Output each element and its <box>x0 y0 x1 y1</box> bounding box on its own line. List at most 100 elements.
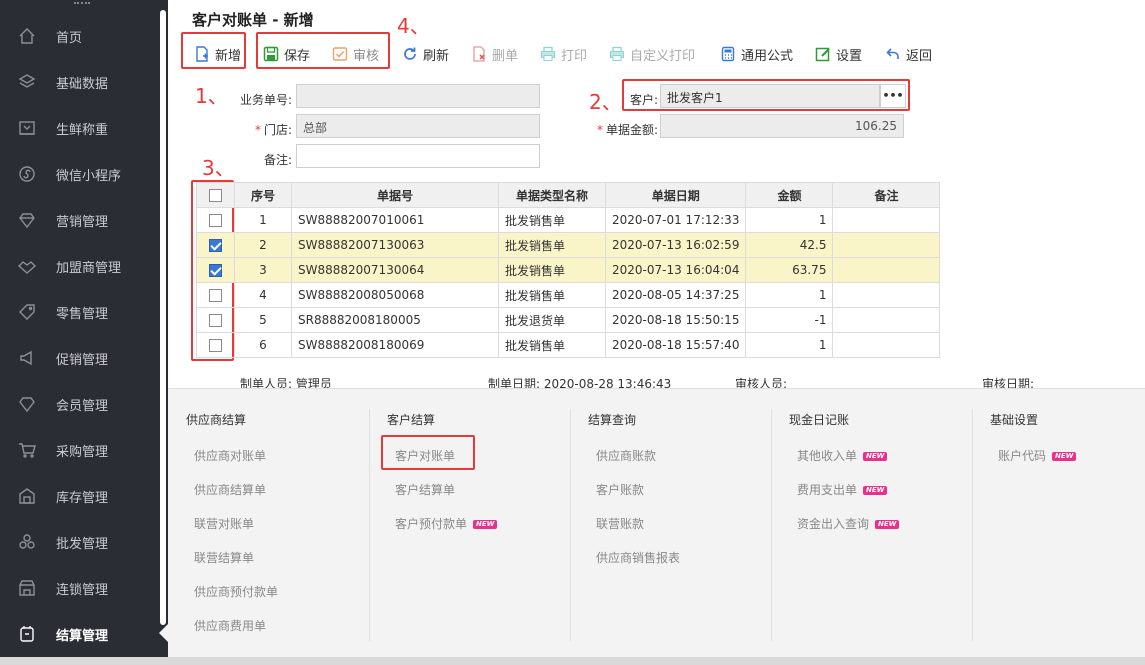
table-row[interactable]: 3 SW88882007130064 批发销售单 2020-07-13 16:04:0… <box>196 257 941 283</box>
printer-icon <box>541 46 555 61</box>
formula-button[interactable]: 通用公式 <box>720 42 793 66</box>
home-icon <box>16 25 38 47</box>
horizontal-scrollbar[interactable] <box>0 657 1145 665</box>
menu-link[interactable]: 客户结算单 <box>395 481 455 498</box>
back-button[interactable]: 返回 <box>885 42 932 66</box>
cell-date: 2020-08-18 15:57:40 <box>604 332 747 358</box>
sidebar-item-6[interactable]: 零售管理 <box>0 289 160 335</box>
menu-link[interactable]: 供应商账款 <box>596 447 656 464</box>
cell-amount: 63.75 <box>745 257 834 283</box>
menu-link-label: 账户代码 <box>998 449 1047 463</box>
sidebar-item-1[interactable]: 基础数据 <box>0 59 160 105</box>
custom-print-button[interactable]: 自定义打印 <box>609 42 695 66</box>
menu-link[interactable]: 其他收入单 NEW <box>797 447 888 464</box>
menu-link[interactable]: 联营结算单 <box>194 549 254 566</box>
row-checkbox-cell[interactable] <box>196 332 235 358</box>
row-checkbox-cell[interactable] <box>196 257 235 283</box>
boxes-icon <box>16 531 38 553</box>
menu-link[interactable]: 联营对账单 <box>194 515 254 532</box>
table-row[interactable]: 1 SW88882007010061 批发销售单 2020-07-01 17:12:3… <box>196 207 941 233</box>
cell-remark[interactable] <box>832 232 941 258</box>
delete-button[interactable]: 删单 <box>471 42 518 66</box>
warehouse-icon <box>16 485 38 507</box>
sidebar-item-12[interactable]: 连锁管理 <box>0 565 160 611</box>
tag-icon <box>16 301 38 323</box>
cell-remark[interactable] <box>832 307 941 333</box>
sidebar-item-3[interactable]: 微信小程序 <box>0 151 160 197</box>
store-input[interactable]: 总部 <box>296 114 540 138</box>
sidebar-scrollbar[interactable] <box>160 10 166 625</box>
menu-link[interactable]: 账户代码 NEW <box>998 447 1077 464</box>
row-checkbox[interactable] <box>209 264 222 277</box>
menu-link[interactable]: 供应商结算单 <box>194 481 266 498</box>
select-all-checkbox[interactable] <box>209 189 222 202</box>
column-divider <box>570 409 571 641</box>
cell-date: 2020-07-13 16:04:04 <box>604 257 747 283</box>
delete-doc-icon <box>473 46 485 62</box>
row-checkbox[interactable] <box>209 339 222 352</box>
menu-link-label: 客户预付款单 <box>395 517 468 531</box>
sidebar-item-5[interactable]: 加盟商管理 <box>0 243 160 289</box>
table-row[interactable]: 2 SW88882007130063 批发销售单 2020-07-13 16:02:5… <box>196 232 941 258</box>
sidebar-item-8[interactable]: 会员管理 <box>0 381 160 427</box>
row-checkbox-cell[interactable] <box>196 282 235 308</box>
menu-link[interactable]: 客户账款 <box>596 481 644 498</box>
custom-printer-icon <box>610 46 624 61</box>
select-all-cell[interactable] <box>196 182 235 208</box>
print-button[interactable]: 打印 <box>540 42 587 66</box>
menu-link-label: 资金出入查询 <box>797 517 870 531</box>
cell-seq: 1 <box>234 207 292 233</box>
menu-link[interactable]: 供应商预付款单 <box>194 583 278 600</box>
menu-link[interactable]: 联营账款 <box>596 515 644 532</box>
table-row[interactable]: 6 SW88882008180069 批发销售单 2020-08-18 15:57:4… <box>196 332 941 358</box>
sidebar-item-9[interactable]: 采购管理 <box>0 427 160 473</box>
sidebar-item-11[interactable]: 批发管理 <box>0 519 160 565</box>
annotation-box-1 <box>181 32 246 69</box>
cell-type: 批发退货单 <box>498 307 606 333</box>
menu-link[interactable]: 资金出入查询 NEW <box>797 515 900 532</box>
menu-link[interactable]: 供应商费用单 <box>194 617 266 634</box>
cell-remark[interactable] <box>832 207 941 233</box>
sidebar-item-7[interactable]: 促销管理 <box>0 335 160 381</box>
sidebar-item-2[interactable]: 生鲜称重 <box>0 105 160 151</box>
row-checkbox[interactable] <box>209 314 222 327</box>
cell-remark[interactable] <box>832 282 941 308</box>
doc-no-input[interactable] <box>296 84 540 108</box>
sidebar-item-0[interactable]: 首页 <box>0 13 160 59</box>
sidebar-item-label: 促销管理 <box>56 352 109 368</box>
row-checkbox[interactable] <box>209 214 222 227</box>
sidebar-item-label: 会员管理 <box>56 398 109 414</box>
settings-button[interactable]: 设置 <box>815 42 862 66</box>
refresh-button[interactable]: 刷新 <box>402 42 449 66</box>
menu-link[interactable]: 供应商对账单 <box>194 447 266 464</box>
annotation-box-2 <box>622 79 910 111</box>
layers-icon <box>16 71 38 93</box>
cell-remark[interactable] <box>832 257 941 283</box>
row-checkbox-cell[interactable] <box>196 307 235 333</box>
cell-remark[interactable] <box>832 332 941 358</box>
sidebar-item-10[interactable]: 库存管理 <box>0 473 160 519</box>
cell-seq: 3 <box>234 257 292 283</box>
sidebar-item-label: 零售管理 <box>56 306 109 322</box>
table-row[interactable]: 4 SW88882008050068 批发销售单 2020-08-05 14:37:2… <box>196 282 941 308</box>
sidebar: 首页 基础数据 生鲜称重 微信小程序 营销管理 加盟商管理零售管理促销管理会员管理采购管理… <box>0 0 168 665</box>
menu-link[interactable]: 费用支出单 NEW <box>797 481 888 498</box>
menu-link-label: 联营对账单 <box>194 517 255 531</box>
sidebar-item-13[interactable]: 结算管理 <box>0 611 160 657</box>
menu-link[interactable]: 供应商销售报表 <box>596 549 680 566</box>
menu-link-label: 其他收入单 <box>797 449 858 463</box>
row-checkbox-cell[interactable] <box>196 232 235 258</box>
row-checkbox[interactable] <box>209 239 222 252</box>
menu-link-label: 客户结算单 <box>395 483 456 497</box>
handshake-icon <box>16 255 38 277</box>
store-label-text: 门店: <box>263 123 292 137</box>
menu-link-label: 联营账款 <box>596 517 645 531</box>
remark-input[interactable] <box>296 144 540 168</box>
sidebar-item-4[interactable]: 营销管理 <box>0 197 160 243</box>
table-row[interactable]: 5 SR88882008180005 批发退货单 2020-08-18 15:50:1… <box>196 307 941 333</box>
menu-link-label: 供应商费用单 <box>194 619 267 633</box>
menu-link-label: 联营结算单 <box>194 551 255 565</box>
menu-link[interactable]: 客户预付款单 NEW <box>395 515 498 532</box>
row-checkbox-cell[interactable] <box>196 207 235 233</box>
row-checkbox[interactable] <box>209 289 222 302</box>
